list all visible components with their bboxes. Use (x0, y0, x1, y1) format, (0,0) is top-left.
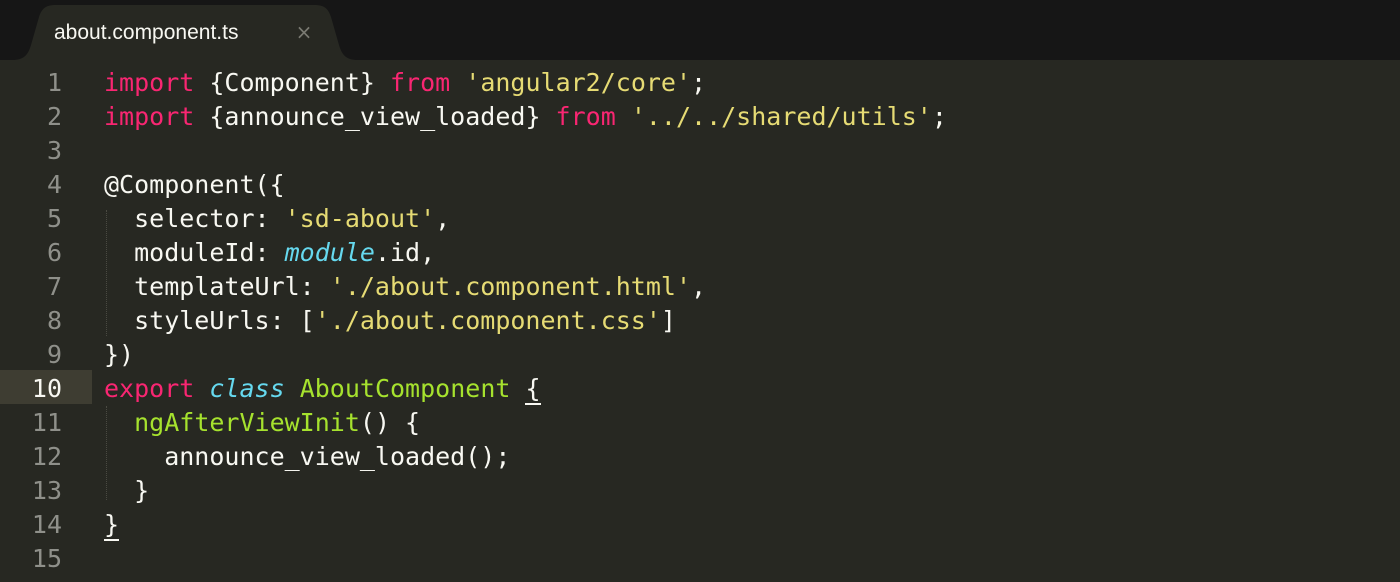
code-token: from (389, 68, 451, 97)
line-number: 2 (46, 102, 62, 131)
line-number: 4 (46, 170, 62, 199)
code-line: ngAfterViewInit() { (104, 406, 947, 440)
line-number: 11 (31, 408, 62, 437)
code-line: import {announce_view_loaded} from '../.… (104, 100, 947, 134)
code-line: templateUrl: './about.component.html', (104, 270, 947, 304)
code-line: @Component({ (104, 168, 947, 202)
code-token: {announce_view_loaded} (194, 102, 556, 131)
code-token: } (104, 510, 120, 541)
code-token: module (284, 238, 375, 267)
code-token: ; (931, 102, 947, 131)
code-token: 'sd-about' (284, 204, 436, 233)
code-token: announce_view_loaded(); (104, 442, 511, 471)
close-icon[interactable]: × (294, 20, 314, 44)
tab-about-component[interactable]: about.component.ts × (12, 5, 358, 60)
code-token: import (104, 68, 195, 97)
line-number: 8 (46, 306, 62, 335)
line-number: 13 (31, 476, 62, 505)
code-token: , (691, 272, 707, 301)
code-editor[interactable]: 1 2 3 4 5 6 7 8 9 10 11 12 13 14 15 import {Component}… (0, 60, 1400, 582)
editor-window: about.component.ts × 1 2 3 4 5 6 7 8 9 10 11 12 13 14… (0, 0, 1400, 582)
code-token: from (555, 102, 616, 131)
code-token: .id, (374, 238, 436, 267)
code-token: './about.component.css' (314, 306, 661, 335)
line-number: 1 (46, 68, 62, 97)
line-number: 5 (46, 204, 62, 233)
code-line: } (104, 508, 947, 542)
code-token: export (104, 374, 195, 403)
line-number: 3 (46, 136, 62, 165)
code-token: @Component({ (104, 170, 285, 199)
code-token: () { (359, 408, 421, 437)
code-token: templateUrl: (104, 272, 330, 301)
line-number: 12 (31, 442, 62, 471)
code-token: 'angular2/core' (465, 68, 692, 97)
code-token: AboutComponent (299, 374, 511, 403)
code-token: ] (660, 306, 676, 335)
line-number: 14 (31, 510, 62, 539)
code-token: , (435, 204, 451, 233)
code-line: moduleId: module.id, (104, 236, 947, 270)
code-token: }) (104, 340, 135, 369)
code-token: {Component} (194, 68, 390, 97)
code-token: ; (691, 68, 707, 97)
line-number-gutter: 1 2 3 4 5 6 7 8 9 10 11 12 13 14 15 (0, 66, 62, 576)
code-line: export class AboutComponent { (104, 372, 947, 406)
line-number: 15 (31, 544, 62, 573)
code-token: './about.component.html' (329, 272, 692, 301)
code-token: moduleId: (104, 238, 285, 267)
code-token: { (525, 374, 541, 405)
code-line: styleUrls: ['./about.component.css'] (104, 304, 947, 338)
code-token: selector: (104, 204, 285, 233)
line-number: 7 (46, 272, 62, 301)
code-token: ngAfterViewInit (134, 408, 360, 437)
code-line: import {Component} from 'angular2/core'; (104, 66, 947, 100)
line-number: 10 (31, 374, 62, 403)
code-token: import (104, 102, 195, 131)
indent-guide (106, 210, 107, 336)
code-line: selector: 'sd-about', (104, 202, 947, 236)
indent-guide (106, 406, 107, 500)
code-token: '../../shared/utils' (630, 102, 932, 131)
tab-title: about.component.ts (54, 21, 239, 44)
code-token: class (209, 374, 285, 403)
code-token: styleUrls: [ (104, 306, 315, 335)
code-area[interactable]: import {Component} from 'angular2/core';… (104, 66, 947, 576)
line-number: 9 (46, 340, 62, 369)
code-line: } (104, 474, 947, 508)
code-line: announce_view_loaded(); (104, 440, 947, 474)
tab-bar: about.component.ts × (0, 0, 1400, 60)
code-token: } (104, 476, 150, 505)
line-number: 6 (46, 238, 62, 267)
code-line: }) (104, 338, 947, 372)
